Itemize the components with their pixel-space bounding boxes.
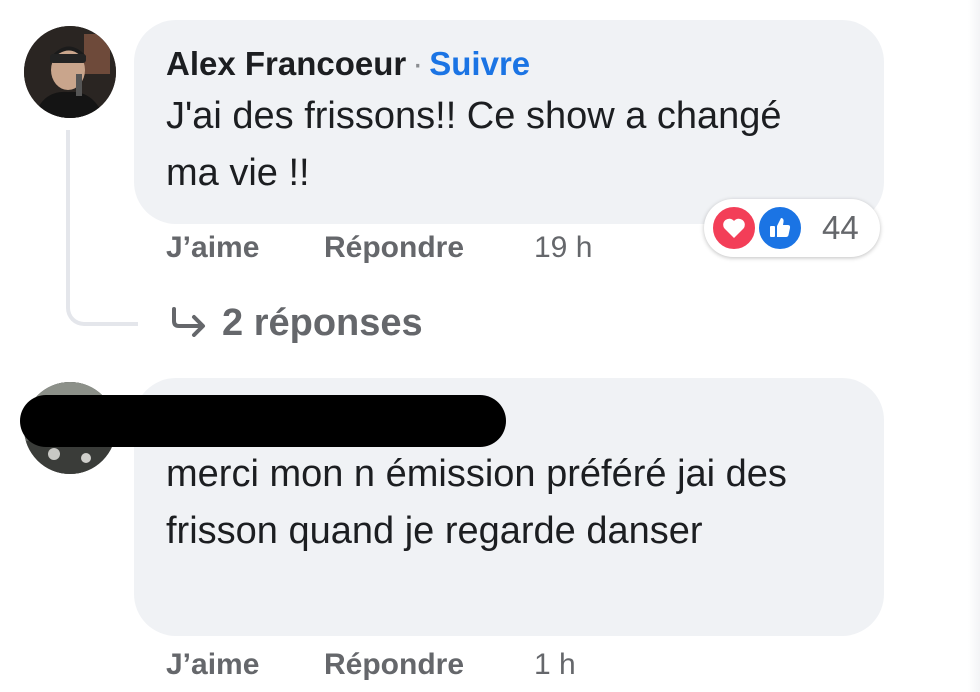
thumbs-up-icon: [756, 204, 804, 252]
comment-thread: Alex Francoeur · Suivre J'ai des frissons!…: [0, 0, 980, 692]
scroll-edge: [968, 0, 980, 692]
author-name[interactable]: Alex Francoeur: [166, 45, 406, 82]
like-button[interactable]: J’aime: [166, 228, 324, 268]
reply-arrow-icon: [170, 302, 208, 348]
comment-actions: J’aime Répondre 19 h: [166, 228, 592, 268]
separator-dot: ·: [412, 45, 424, 82]
reply-button[interactable]: Répondre: [324, 645, 534, 685]
comment-actions: J’aime Répondre 1 h: [166, 645, 576, 685]
view-replies-link[interactable]: 2 réponses: [170, 300, 423, 348]
heart-icon: [710, 204, 758, 252]
redacted-author-name: [20, 395, 506, 447]
reactions-summary[interactable]: 44: [704, 199, 880, 257]
like-button[interactable]: J’aime: [166, 645, 324, 685]
comment-header: Alex Francoeur · Suivre: [166, 42, 530, 86]
thread-connector: [66, 130, 138, 326]
reaction-count: 44: [822, 209, 859, 246]
timestamp[interactable]: 1 h: [534, 645, 576, 685]
replies-count-label: 2 réponses: [222, 302, 423, 344]
timestamp[interactable]: 19 h: [534, 228, 592, 268]
reply-button[interactable]: Répondre: [324, 228, 534, 268]
avatar[interactable]: [24, 26, 116, 118]
avatar-photo: [24, 26, 116, 118]
comment-text: J'ai des frissons!! Ce show a changé ma …: [166, 95, 782, 194]
comment-text: merci mon n émission préféré jai des fri…: [166, 453, 787, 552]
follow-link[interactable]: Suivre: [429, 45, 530, 82]
